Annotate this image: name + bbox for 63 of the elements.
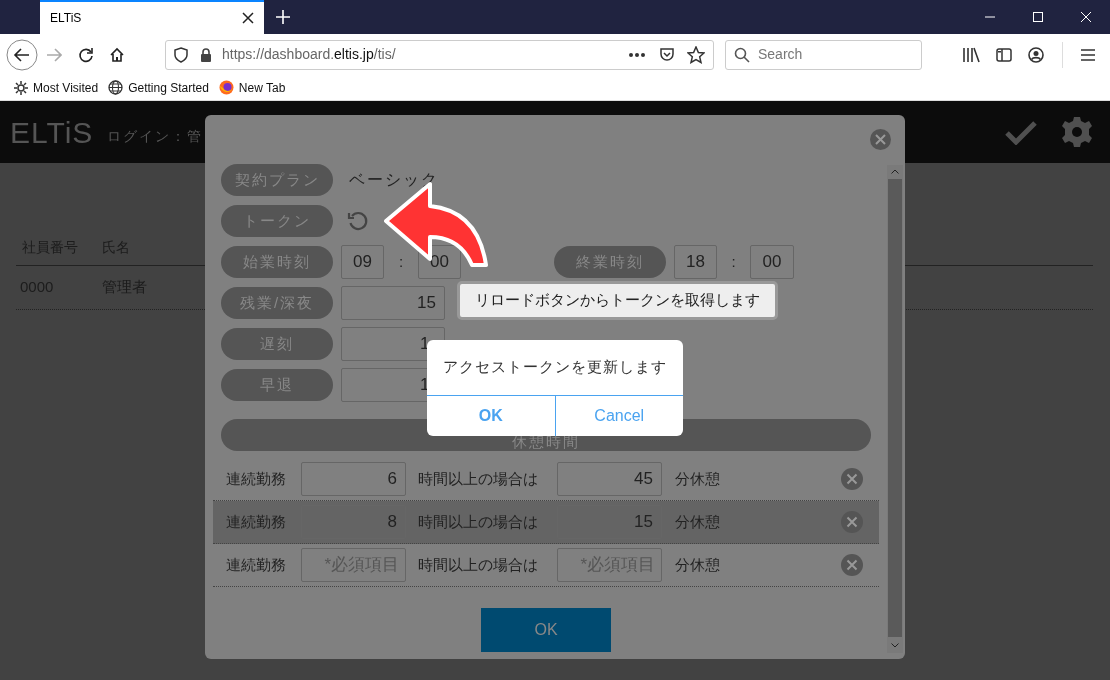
bookmark-label: New Tab (238, 79, 286, 97)
row-text: 分休憩 (674, 468, 721, 489)
login-label: ログイン：管 (107, 126, 204, 146)
search-field[interactable]: Search (725, 39, 922, 70)
bookmark[interactable]: Most Visited (14, 76, 99, 99)
remove-icon[interactable] (841, 511, 863, 533)
time-separator: : (730, 251, 737, 272)
bookmark-label: Most Visited (33, 79, 99, 97)
search-icon (734, 46, 750, 63)
shield-icon (174, 46, 188, 63)
bookmark[interactable]: New Tab (218, 76, 286, 99)
row-text: 時間以上の場合は (417, 554, 539, 575)
scroll-down-icon[interactable] (891, 643, 899, 648)
input-field[interactable]: 18 (674, 245, 717, 279)
search-placeholder: Search (758, 45, 803, 64)
app-logo: ELTiS (10, 114, 94, 151)
reload-icon[interactable] (78, 46, 94, 63)
pocket-icon[interactable] (659, 46, 675, 63)
row-text: 時間以上の場合は (417, 468, 539, 489)
dialog-button[interactable]: Cancel (554, 396, 683, 436)
account-icon[interactable] (1028, 46, 1044, 63)
row-label: 連続勤務 (226, 554, 287, 575)
row-text: 分休憩 (674, 511, 721, 532)
more-icon[interactable] (629, 52, 645, 57)
globe-icon (108, 80, 124, 95)
bookmark-label: Getting Started (128, 79, 209, 97)
new-tab-icon[interactable] (276, 10, 290, 24)
star-icon[interactable] (687, 45, 705, 64)
input-field[interactable]: 15 (341, 286, 445, 320)
input-field[interactable]: 00 (750, 245, 794, 279)
time-separator: : (397, 251, 405, 272)
bookmark[interactable]: Getting Started (108, 76, 209, 99)
sidebar-icon[interactable] (996, 47, 1012, 62)
row-text: 時間以上の場合は (417, 511, 539, 532)
library-icon[interactable] (962, 46, 980, 63)
dialog-message: アクセストークンを更新します (442, 357, 668, 378)
browser-logo-icon (218, 80, 234, 95)
url-bar[interactable]: https://dashboard.eltis.jp/tis/ (165, 39, 714, 70)
input-field[interactable]: 09 (341, 245, 384, 279)
scrollbar-thumb[interactable] (888, 179, 902, 637)
scrollbar[interactable] (887, 165, 903, 653)
url-text: https://dashboard.eltis.jp/tis/ (222, 45, 396, 64)
row-text: 分休憩 (674, 554, 721, 575)
tab-title: ELTiS (50, 10, 82, 27)
check-icon[interactable] (1005, 121, 1037, 145)
scroll-up-icon[interactable] (891, 169, 899, 174)
input-field[interactable]: 45 (557, 462, 662, 496)
break-rule-row[interactable]: 連続勤務 8 時間以上の場合は 15 分休憩 (213, 501, 879, 544)
settings-icon[interactable] (1061, 116, 1093, 148)
home-icon[interactable] (109, 46, 125, 63)
close-icon[interactable] (242, 12, 254, 24)
tooltip: リロードボタンからトークンを取得します (457, 281, 778, 320)
remove-icon[interactable] (841, 554, 863, 576)
ok-button[interactable]: OK (481, 608, 611, 652)
maximize-icon[interactable] (1033, 12, 1043, 22)
row-label: 連続勤務 (226, 468, 287, 489)
lock-icon (200, 47, 212, 62)
browser-tab[interactable]: ELTiS (40, 0, 264, 34)
back-icon[interactable] (6, 38, 38, 71)
remove-icon[interactable] (841, 468, 863, 490)
menu-icon[interactable] (1081, 48, 1095, 61)
input-field[interactable]: 6 (301, 462, 406, 496)
row-label: 連続勤務 (226, 511, 287, 532)
